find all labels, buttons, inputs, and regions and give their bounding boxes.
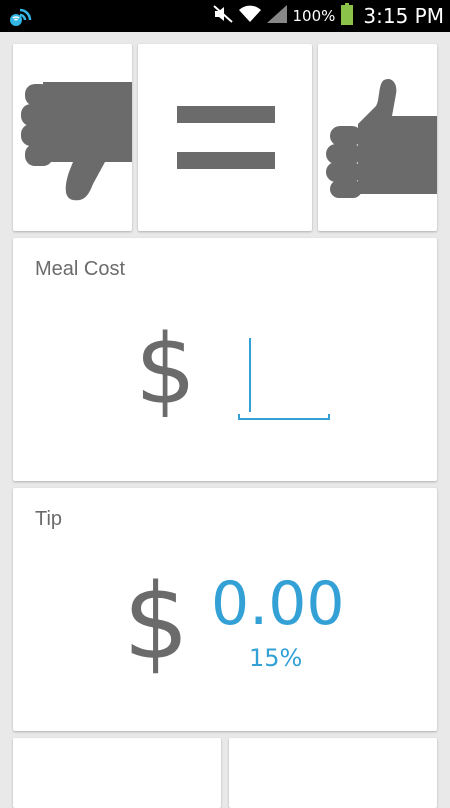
- signal-icon: [266, 4, 287, 28]
- tip-amount: 0.00: [211, 569, 345, 639]
- battery-text: 100%: [292, 7, 336, 25]
- tip-card: Tip $ 0.00 15%: [13, 488, 437, 731]
- input-underline-tick-right: [328, 414, 330, 420]
- mute-icon: [212, 4, 233, 28]
- thumbs-down-icon: [21, 82, 132, 201]
- input-underline-tick-left: [238, 414, 240, 420]
- notification-wifi-icon: [10, 6, 32, 31]
- meal-cost-input[interactable]: [238, 338, 330, 420]
- clock: 3:15 PM: [363, 4, 444, 28]
- meal-cost-title: Meal Cost: [35, 258, 126, 280]
- input-underline: [238, 418, 330, 420]
- battery-icon: [341, 2, 354, 30]
- tip-title: Tip: [35, 508, 63, 530]
- tip-percent[interactable]: 15%: [249, 646, 302, 670]
- thumbs-down-button[interactable]: [13, 44, 132, 231]
- bottom-right-card[interactable]: [229, 738, 437, 808]
- status-bar: 100% 3:15 PM: [0, 0, 450, 32]
- wifi-icon: [238, 5, 261, 28]
- neutral-button[interactable]: [138, 44, 312, 231]
- tip-currency: $: [123, 561, 190, 683]
- text-cursor: [249, 338, 251, 412]
- meal-cost-card: Meal Cost $: [13, 238, 437, 481]
- meal-cost-currency: $: [135, 314, 197, 426]
- thumbs-up-button[interactable]: [318, 44, 437, 231]
- thumbs-up-icon: [326, 78, 437, 198]
- bottom-left-card[interactable]: [13, 738, 221, 808]
- equals-icon: [177, 106, 275, 169]
